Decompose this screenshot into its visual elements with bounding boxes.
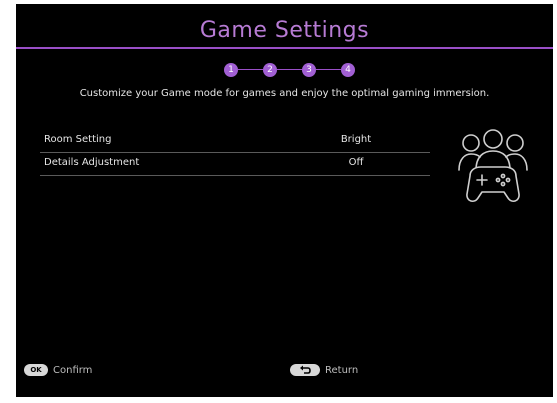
setting-row-room-setting[interactable]: Room Setting Bright [40,130,430,153]
description-text: Customize your Game mode for games and e… [79,88,490,99]
step-4: 4 [341,63,355,77]
confirm-label: Confirm [53,364,93,376]
page-title: Game Settings [199,18,370,43]
return-arrow-icon [290,364,320,376]
return-label: Return [325,364,359,376]
return-hint[interactable]: Return [290,364,358,376]
step-1: 1 [224,63,238,77]
setting-value: Bright [340,134,372,145]
title-divider [16,47,553,49]
ok-key-badge: OK [24,364,48,376]
step-3: 3 [302,63,316,77]
confirm-hint[interactable]: OK Confirm [24,364,92,376]
setting-value: Off [348,157,364,168]
step-connector [277,69,302,70]
step-2: 2 [263,63,277,77]
game-settings-screen: Game Settings 1 2 3 4 Customize your Gam… [16,4,553,397]
step-connector [238,69,263,70]
setting-label: Details Adjustment [44,157,140,168]
step-indicator: 1 2 3 4 [224,63,355,77]
step-connector [316,69,341,70]
setting-label: Room Setting [44,134,112,145]
group-gamepad-icon [456,126,530,204]
setting-row-details-adjustment[interactable]: Details Adjustment Off [40,153,430,176]
